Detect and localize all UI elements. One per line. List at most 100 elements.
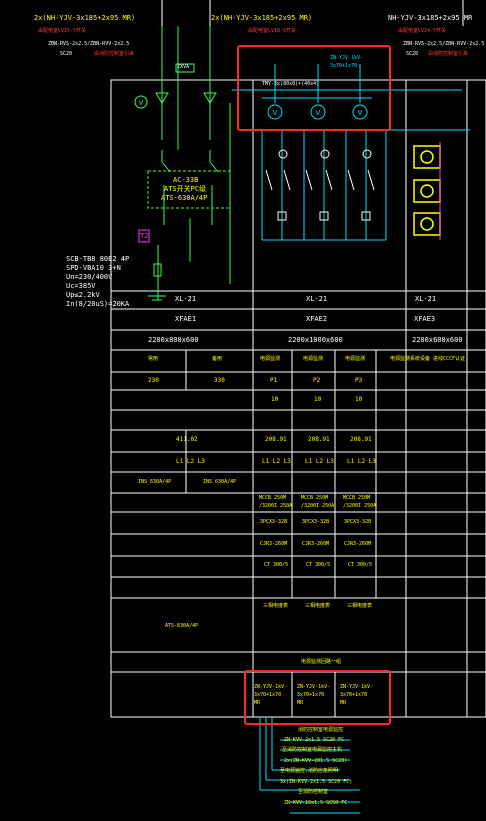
panel-code-2: XFAE2 xyxy=(306,315,328,323)
panel-dim-3: 2200x600x600 xyxy=(412,336,463,344)
bottom-note-5: 3x(ZN-KVV-2x1.5 SC20 FC) xyxy=(280,779,353,785)
row10-1: 10 xyxy=(271,396,279,403)
panel-number-1: XL-21 xyxy=(175,295,197,303)
row411-3: 208.91 xyxy=(308,436,330,443)
right-sc-label: SC20 xyxy=(406,51,419,57)
zxva-label: ZXVA xyxy=(177,64,190,70)
feed1-c: MR xyxy=(254,700,261,706)
ct-3: CT 300/5 xyxy=(348,562,373,568)
ats-line2: ATS开关PC级 xyxy=(164,185,207,193)
left-fire-note: 由消防控制室引来 xyxy=(94,51,135,57)
mccb-2a: MCCB 250M xyxy=(301,495,329,501)
row10-3: 10 xyxy=(355,396,363,403)
incoming-feeders xyxy=(161,0,464,26)
panel-number-2: XL-21 xyxy=(306,295,328,303)
t2-label: T2 xyxy=(140,232,149,240)
pcx-2: 3PCX3-32B xyxy=(302,519,330,525)
left-source-label: 由配电室LVI5-5开关 xyxy=(38,28,87,34)
cjr-3: CJR3-260M xyxy=(344,541,372,547)
row230-2: 330 xyxy=(214,377,225,384)
mccb-2b: /3200I 250A xyxy=(301,503,335,509)
cjr-1: CJR3-260M xyxy=(260,541,288,547)
row411-2: 208.91 xyxy=(265,436,287,443)
voltmeter-symbol: V xyxy=(134,95,148,109)
bottom-note-1: ZN-KVV-2x1.5 SC20 FC xyxy=(284,737,345,743)
bottom-note-2: 至消防控制室电源监控主机 xyxy=(282,747,343,753)
panel-code-1: XFAE1 xyxy=(175,315,197,323)
meter-2: 三相电度表 xyxy=(305,603,331,609)
feed3-a: ZN-YJV-1kV- xyxy=(340,684,374,690)
use-common: 常用 xyxy=(148,356,159,362)
mccb-1a: MCCB 250M xyxy=(259,495,287,501)
mid-source-label: 由配电室LVI8-5开关 xyxy=(248,28,297,34)
right-fire-note: 由消防控制室引来 xyxy=(428,51,469,57)
feed2-c: MR xyxy=(297,700,304,706)
mccb-3a: MCCB 250M xyxy=(343,495,371,501)
spd-spec-4: Up≤2.2kV xyxy=(66,291,100,299)
use-monitor-1: 电源监测 xyxy=(260,356,281,362)
bottom-note-3: 2x(ZN-KVV-2X1.5 SC20) xyxy=(284,758,348,764)
panel-dim-1: 2200x800x600 xyxy=(148,336,199,344)
spd-spec-5: In(8/20uS)=20KA xyxy=(66,300,130,308)
panel-dim-2: 2200x1000x600 xyxy=(288,336,343,344)
feed1-a: ZN-YJV-1kV- xyxy=(254,684,288,690)
phase-2: L1 L2 L3 xyxy=(262,458,291,465)
svg-text:V: V xyxy=(139,100,144,107)
ins-1: INS 630A/4P xyxy=(138,479,172,485)
feed2-a: ZN-YJV-1kV- xyxy=(297,684,331,690)
phase-4: L1 L2 L3 xyxy=(347,458,376,465)
use-monitor-system: 电源监测系统设备 进线CCCF认证 xyxy=(390,356,466,362)
row10-2: 10 xyxy=(314,396,322,403)
feed3-c: MR xyxy=(340,700,347,706)
panel-code-3: XFAE3 xyxy=(414,315,436,323)
ats-row-label: ATS-630A/4P xyxy=(165,623,199,629)
transformer-symbols xyxy=(155,92,217,104)
pcx-1: 3PCX3-32B xyxy=(260,519,288,525)
measure-cable-label: ZN-YJV-1kV- xyxy=(330,55,364,61)
feed1-b: 3x70+1x70 xyxy=(254,692,282,698)
feed3-b: 3x70+1x70 xyxy=(340,692,368,698)
meter-3: 三相电度表 xyxy=(347,603,373,609)
meter-1: 三相电度表 xyxy=(263,603,289,609)
right-spd-cable-label: ZBN-RVS-2x2.5/ZBN-RVV-2x2.5 xyxy=(403,41,485,47)
feed-title: 电源监测回路一组 xyxy=(301,659,342,665)
row411-1: 411.02 xyxy=(176,436,198,443)
highlight-measure-box xyxy=(237,45,391,131)
feed2-b: 3x70+1x70 xyxy=(297,692,325,698)
left-cable-label: 2x(NH-YJV-3x185+2x95 MR) xyxy=(34,14,136,22)
busbar-label: TMY-3x(80x8)+(40x4) xyxy=(262,81,320,87)
row411-4: 208.91 xyxy=(350,436,372,443)
spd-spec-2: Un=230/400V xyxy=(66,273,113,281)
use-monitor-3: 电源监测 xyxy=(345,356,366,362)
pcx-3: 3PCX3-32B xyxy=(344,519,372,525)
row230-1: 230 xyxy=(148,377,159,384)
row230-5: P3 xyxy=(355,377,363,384)
use-monitor-2: 电源监测 xyxy=(303,356,324,362)
ct-2: CT 300/5 xyxy=(306,562,331,568)
ats-line3: ATS-630A/4P xyxy=(161,194,208,202)
bottom-note-7: ZN-KVV-16x1.5 SC50 FC xyxy=(284,800,348,806)
phase-3: L1 L2 L3 xyxy=(305,458,334,465)
spd-spec-3: Uc=385V xyxy=(66,282,96,290)
bottom-note-4: 至电源监控,消防应急照明 xyxy=(280,768,339,774)
table-frame xyxy=(110,79,486,718)
bottom-note-6: 至消防控制室 xyxy=(298,789,329,795)
left-spd-cable-label: ZBN-RVS-2x2.5/ZBN-RVV-2x2.5 xyxy=(48,41,130,47)
spd-spec-1: SPD-VBA10 3+N xyxy=(66,264,121,272)
left-sc-label: SC20 xyxy=(60,51,73,57)
row230-3: P1 xyxy=(270,377,278,384)
right-cable-label: NH-YJV-3x185+2x95 MR xyxy=(388,14,473,22)
ats-line1: AC-33B xyxy=(173,176,199,184)
ins-2: INS 630A/4P xyxy=(203,479,237,485)
ct-1: CT 300/5 xyxy=(264,562,289,568)
mccb-3b: /3200I 250A xyxy=(343,503,377,509)
phase-1: L1 L2 L3 xyxy=(176,458,205,465)
measure-cable2-label: 3x70+1x70 xyxy=(330,63,358,69)
bottom-note-0: 消防控制室电源监控 xyxy=(298,727,344,733)
mccb-1b: /3200I 250A xyxy=(259,503,293,509)
monitor-devices xyxy=(413,145,441,236)
use-backup: 备用 xyxy=(212,356,223,362)
panel-number-3: XL-21 xyxy=(415,295,437,303)
cjr-2: CJR3-260M xyxy=(302,541,330,547)
mid-cable-label: 2x(NH-YJV-3x185+2x95 MR) xyxy=(211,14,313,22)
